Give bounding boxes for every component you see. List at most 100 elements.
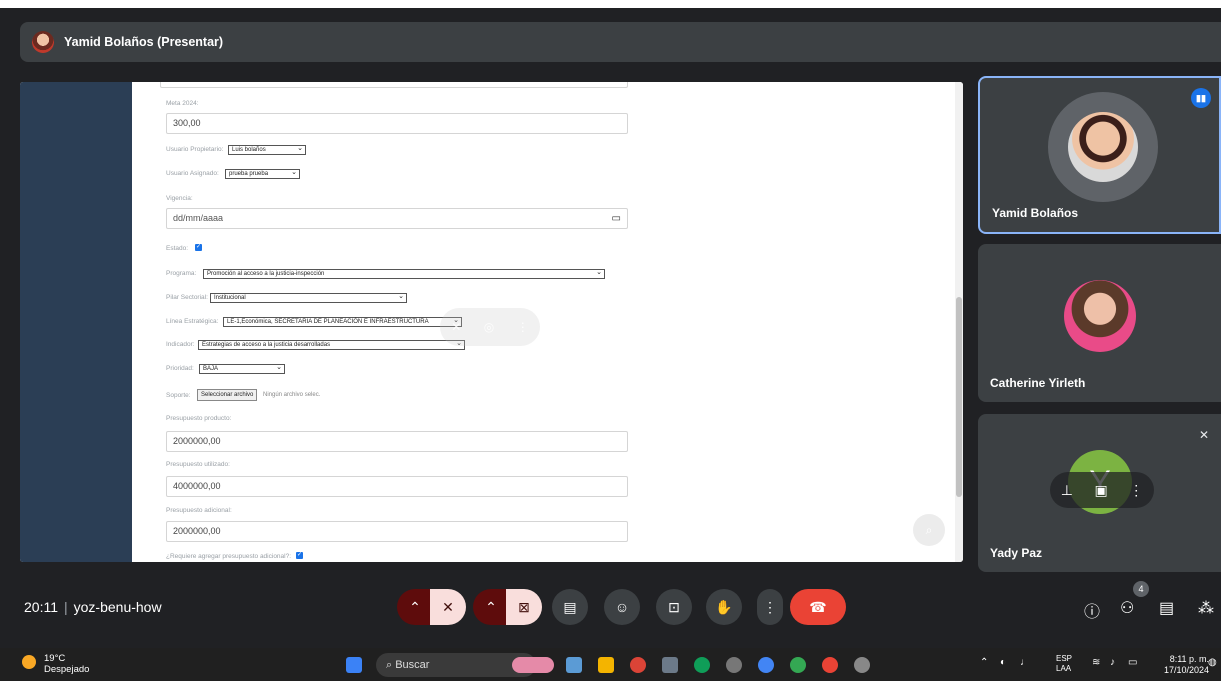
audio-options-button[interactable]: ⌃ (397, 589, 433, 625)
budget-used-label: Presupuesto utilizado: (166, 461, 230, 468)
meta-input[interactable]: 300,00 (166, 113, 628, 134)
end-call-button[interactable]: ☎ (790, 589, 846, 625)
requires-extra-checkbox[interactable]: ✓ (296, 552, 303, 559)
more-options-button[interactable]: ⋮ (757, 589, 783, 625)
participant-tile-yamid[interactable]: ▮▮ Yamid Bolaños (978, 76, 1221, 234)
program-value: Promoción al acceso a la justicia-inspec… (207, 271, 325, 277)
volume-icon[interactable]: ♪ (1110, 657, 1115, 668)
pillar-label: Pilar Sectorial: (166, 294, 208, 301)
scrollbar[interactable] (955, 82, 963, 562)
meta-label: Meta 2024: (166, 100, 199, 107)
presenter-bar: Yamid Bolaños (Presentar) (20, 22, 1221, 62)
notification-icon[interactable]: ◍ (1208, 657, 1217, 668)
select-file-button[interactable]: Seleccionar archivo (197, 389, 258, 401)
participant-tile-catherine[interactable]: Catherine Yirleth (978, 244, 1221, 402)
priority-select[interactable]: BAJA ⌄ (199, 364, 285, 374)
hand-icon: ✋ (715, 598, 733, 615)
owner-value: Luis bolaños (232, 147, 266, 153)
scrollbar-thumb[interactable] (956, 297, 962, 497)
floating-controls[interactable]: ✕ ◎ ⋮ (440, 308, 540, 346)
chevron-down-icon: ⌄ (291, 169, 297, 176)
tile-tools[interactable]: ⊥ ▣ ⋮ (1050, 472, 1154, 508)
participant-avatar (1064, 280, 1136, 352)
activities-icon[interactable]: ⁂ (1198, 598, 1214, 618)
zoom-icon[interactable]: ⌕ (913, 514, 945, 546)
pin-icon[interactable]: ⊥ (1061, 482, 1073, 499)
language-indicator[interactable]: ESP LAA (1056, 654, 1072, 674)
owner-select[interactable]: Luis bolaños ⌄ (228, 145, 306, 155)
app-icon[interactable] (726, 657, 742, 673)
pillar-select[interactable]: Institucional ⌄ (210, 293, 407, 303)
phone-hangup-icon: ☎ (809, 598, 827, 615)
state-checkbox[interactable]: ✓ (195, 244, 202, 251)
participant-name: Catherine Yirleth (990, 376, 1086, 390)
form: Meta 2024: 300,00 Usuario Propietario: L… (146, 82, 946, 562)
weather-widget[interactable]: 19°C Despejado (22, 653, 89, 675)
widget-icon[interactable] (512, 657, 554, 673)
support-label: Soporte: (166, 392, 191, 399)
windows-taskbar: 19°C Despejado ⌕ Buscar ⌃ ◐ ♩ ESP LAA ≋ ♪… (0, 648, 1221, 681)
minimize-icon[interactable]: ▣ (1094, 482, 1107, 499)
weather-desc: Despejado (44, 664, 90, 675)
video-options-button[interactable]: ⌃ (473, 589, 509, 625)
present-icon: ⊡ (668, 598, 680, 615)
camera-toggle-button[interactable]: ⊠ (506, 589, 542, 625)
line-value: LE-1,Económica, SECRETARIA DE PLANEACIÓN… (227, 319, 429, 325)
indicator-select[interactable]: Estrategias de acceso a la justicia desa… (198, 340, 465, 350)
settings-icon[interactable]: ◎ (484, 320, 494, 334)
taskbar-clock[interactable]: 8:11 p. m. 17/10/2024 (1164, 654, 1209, 676)
owner-label: Usuario Propietario: (166, 146, 224, 153)
file-explorer-icon[interactable] (598, 657, 614, 673)
mic-off-icon[interactable]: ✕ (451, 320, 461, 334)
program-label: Programa: (166, 270, 197, 277)
calendar-icon[interactable]: ▭ (612, 209, 621, 228)
chrome-profile-icon[interactable] (758, 657, 774, 673)
raise-hand-button[interactable]: ✋ (706, 589, 742, 625)
captions-button[interactable]: ▤ (552, 589, 588, 625)
budget-product-input[interactable]: 2000000,00 (166, 431, 628, 452)
program-select[interactable]: Promoción al acceso a la justicia-inspec… (203, 269, 605, 279)
budget-used-input[interactable]: 4000000,00 (166, 476, 628, 497)
requires-extra-label: ¿Requiere agregar presupuesto adicional?… (166, 553, 292, 560)
assigned-label: Usuario Asignado: (166, 170, 219, 177)
reactions-button[interactable]: ☺ (604, 589, 640, 625)
chrome-icon[interactable] (630, 657, 646, 673)
task-view-icon[interactable] (566, 657, 582, 673)
people-icon[interactable]: ⚇ (1120, 598, 1134, 618)
present-button[interactable]: ⊡ (656, 589, 692, 625)
meeting-time: 20:11 (24, 599, 58, 615)
validity-input[interactable]: dd/mm/aaaa ▭ (166, 208, 628, 229)
chevron-down-icon: ⌄ (297, 145, 303, 152)
chevron-down-icon: ⌄ (276, 364, 282, 371)
wifi-icon[interactable]: ≋ (1092, 657, 1100, 668)
windows-start-icon[interactable] (346, 657, 362, 673)
clock-date: 17/10/2024 (1164, 665, 1210, 675)
battery-icon[interactable]: ▭ (1128, 657, 1137, 668)
settings-icon[interactable] (854, 657, 870, 673)
chevron-up-icon[interactable]: ⌃ (980, 657, 988, 668)
chrome-profile-icon[interactable] (822, 657, 838, 673)
top-field[interactable] (160, 82, 628, 88)
budget-extra-label: Presupuesto adicional: (166, 507, 232, 514)
meeting-code: yoz-benu-how (73, 599, 162, 615)
budget-extra-input[interactable]: 2000000,00 (166, 521, 628, 542)
priority-label: Prioridad: (166, 365, 194, 372)
speaking-icon: ▮▮ (1191, 88, 1211, 108)
participant-tile-yady[interactable]: ✕ Y ⊥ ▣ ⋮ Yady Paz (978, 414, 1221, 572)
mic-toggle-button[interactable]: ✕ (430, 589, 466, 625)
line-select[interactable]: LE-1,Económica, SECRETARIA DE PLANEACIÓN… (223, 317, 462, 327)
chat-icon[interactable]: ▤ (1159, 598, 1174, 618)
more-icon[interactable]: ⋮ (1129, 482, 1143, 499)
state-label: Estado: (166, 245, 189, 252)
more-icon[interactable]: ⋮ (517, 320, 529, 334)
info-icon[interactable]: ⓘ (1084, 598, 1100, 622)
mic-icon[interactable]: ♩ (1020, 657, 1030, 668)
store-icon[interactable] (662, 657, 678, 673)
assigned-select[interactable]: prueba prueba ⌄ (225, 169, 300, 179)
lang-top: ESP (1056, 654, 1073, 663)
meeting-info: 20:11 | yoz-benu-how (24, 599, 162, 615)
network-icon[interactable]: ◐ (1000, 657, 1006, 668)
chrome-profile-icon[interactable] (790, 657, 806, 673)
edge-icon[interactable] (694, 657, 710, 673)
file-status: Ningún archivo selec. (263, 392, 321, 398)
